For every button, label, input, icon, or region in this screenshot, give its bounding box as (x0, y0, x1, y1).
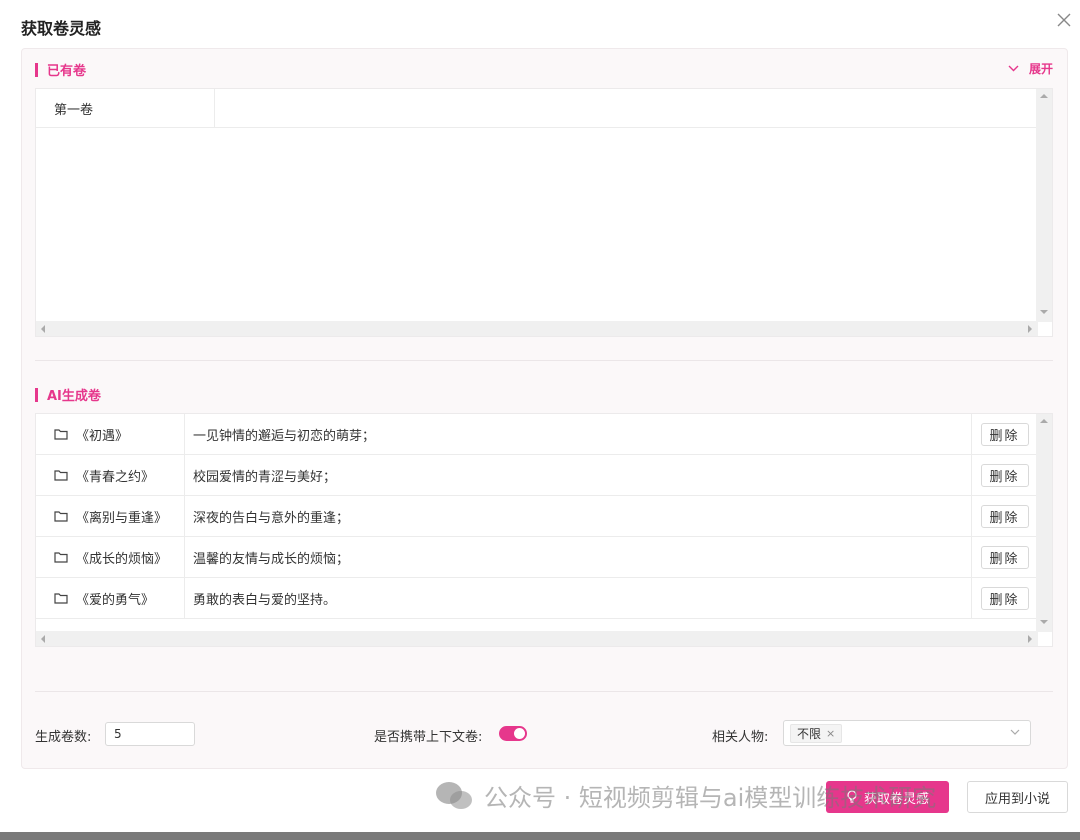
action-cell: 删除 (972, 414, 1037, 454)
delete-button[interactable]: 删除 (980, 463, 1029, 487)
characters-select[interactable]: 不限 × (783, 720, 1031, 746)
table-row[interactable]: 《成长的烦恼》 温馨的友情与成长的烦恼； 删除 (36, 537, 1038, 578)
vertical-scrollbar[interactable] (1036, 89, 1052, 322)
existing-volumes-table: 第一卷 (35, 88, 1053, 337)
volume-name: 《成长的烦恼》 (76, 551, 168, 567)
scroll-right-icon[interactable] (1027, 325, 1033, 333)
folder-icon (54, 593, 68, 604)
context-toggle[interactable] (499, 726, 527, 741)
volume-desc: 深夜的告白与意外的重逢； (185, 496, 972, 536)
ai-section-title: AI生成卷 (35, 385, 101, 404)
volume-desc: 一见钟情的邂逅与初恋的萌芽； (185, 414, 972, 454)
table-row[interactable]: 《青春之约》 校园爱情的青涩与美好； 删除 (36, 455, 1038, 496)
character-tag: 不限 × (790, 724, 843, 743)
context-label: 是否携带上下文卷: (374, 730, 483, 745)
scroll-left-icon[interactable] (40, 325, 46, 333)
volume-desc: 校园爱情的青涩与美好； (185, 455, 972, 495)
content-panel: 已有卷 展开 第一卷 AI生成卷 《初遇》 一见钟情的邂逅与初恋的萌芽； 删除 … (21, 48, 1068, 769)
action-cell: 删除 (972, 578, 1037, 618)
count-label: 生成卷数: (35, 730, 92, 745)
get-inspiration-button[interactable]: 获取卷灵感 (826, 781, 949, 813)
vertical-scrollbar[interactable] (1036, 414, 1052, 632)
inspiration-dialog: 获取卷灵感 已有卷 展开 第一卷 AI生成卷 《初遇》 一见钟情的邂逅与初恋的萌… (0, 0, 1080, 832)
delete-button[interactable]: 删除 (980, 504, 1029, 528)
horizontal-scrollbar[interactable] (36, 321, 1038, 336)
volume-name: 《初遇》 (76, 428, 129, 444)
volume-desc: 勇敢的表白与爱的坚持。 (185, 578, 972, 618)
dialog-title: 获取卷灵感 (21, 19, 102, 38)
delete-button[interactable]: 删除 (980, 586, 1029, 610)
volume-count-input[interactable]: 5 (105, 722, 195, 746)
delete-button[interactable]: 删除 (980, 422, 1029, 446)
section-divider (35, 360, 1053, 361)
apply-to-novel-button[interactable]: 应用到小说 (967, 781, 1068, 813)
table-row[interactable]: 《爱的勇气》 勇敢的表白与爱的坚持。 删除 (36, 578, 1038, 619)
volume-name: 第一卷 (36, 89, 215, 127)
volume-desc (215, 89, 1038, 127)
chevron-down-icon (1008, 65, 1019, 72)
table-row[interactable]: 《初遇》 一见钟情的邂逅与初恋的萌芽； 删除 (36, 414, 1038, 455)
folder-icon (54, 470, 68, 481)
folder-icon (54, 552, 68, 563)
scroll-right-icon[interactable] (1027, 635, 1033, 643)
existing-title-text: 已有卷 (47, 64, 87, 79)
scroll-down-icon[interactable] (1040, 309, 1048, 315)
delete-button[interactable]: 删除 (980, 545, 1029, 569)
scroll-up-icon[interactable] (1040, 418, 1048, 424)
scroll-up-icon[interactable] (1040, 93, 1048, 99)
expand-label: 展开 (1029, 62, 1054, 76)
section-divider (35, 691, 1053, 692)
wechat-icon (436, 781, 472, 809)
volume-desc: 温馨的友情与成长的烦恼； (185, 537, 972, 577)
volume-name-cell: 《青春之约》 (36, 455, 185, 495)
scroll-left-icon[interactable] (40, 635, 46, 643)
toggle-knob (514, 728, 525, 739)
volume-name-cell: 《初遇》 (36, 414, 185, 454)
folder-icon (54, 429, 68, 440)
folder-icon (54, 511, 68, 522)
volume-name: 《青春之约》 (76, 469, 155, 485)
ai-title-text: AI生成卷 (47, 389, 101, 404)
chevron-down-icon (1010, 729, 1020, 735)
existing-section-title: 已有卷 (35, 60, 86, 79)
close-icon[interactable] (1056, 12, 1072, 28)
section-marker (35, 62, 38, 77)
action-cell: 删除 (972, 496, 1037, 536)
primary-label: 获取卷灵感 (863, 791, 929, 807)
scroll-down-icon[interactable] (1040, 619, 1048, 625)
table-row[interactable]: 第一卷 (36, 89, 1038, 128)
volume-name: 《离别与重逢》 (76, 510, 168, 526)
ai-volumes-table: 《初遇》 一见钟情的邂逅与初恋的萌芽； 删除 《青春之约》 校园爱情的青涩与美好… (35, 413, 1053, 647)
horizontal-scrollbar[interactable] (36, 631, 1038, 646)
action-cell: 删除 (972, 537, 1037, 577)
tag-label: 不限 (797, 727, 822, 741)
tag-remove-icon[interactable]: × (826, 727, 835, 740)
table-row[interactable]: 《离别与重逢》 深夜的告白与意外的重逢； 删除 (36, 496, 1038, 537)
volume-name-cell: 《离别与重逢》 (36, 496, 185, 536)
volume-name-cell: 《成长的烦恼》 (36, 537, 185, 577)
volume-name: 《爱的勇气》 (76, 592, 155, 608)
action-cell: 删除 (972, 455, 1037, 495)
characters-label: 相关人物: (712, 730, 769, 745)
section-marker (35, 387, 38, 402)
lightbulb-icon (847, 790, 857, 803)
volume-name-cell: 《爱的勇气》 (36, 578, 185, 618)
expand-button[interactable]: 展开 (1008, 60, 1053, 77)
